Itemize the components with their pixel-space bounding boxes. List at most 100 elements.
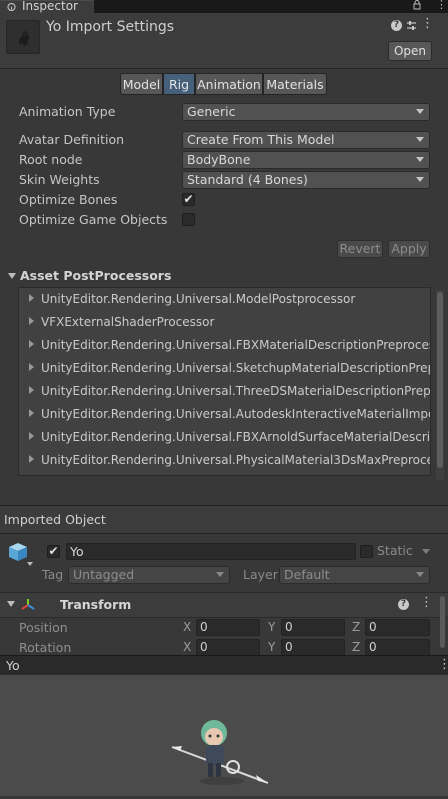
preview-kebab-menu-icon[interactable]: ⋮ (438, 657, 448, 672)
inspector-scrollbar[interactable] (440, 596, 445, 648)
axis-z-label: Z (352, 620, 361, 634)
chevron-down-icon (416, 109, 424, 114)
axis-x-label: X (183, 640, 192, 654)
foldout-expanded-icon (7, 601, 15, 607)
chevron-down-icon (416, 157, 424, 162)
root-node-dropdown[interactable]: BodyBone (182, 151, 430, 169)
axis-z-label: Z (352, 640, 361, 654)
tag-label: Tag (42, 567, 64, 582)
optimize-bones-label: Optimize Bones (19, 192, 118, 207)
foldout-icon (29, 317, 34, 325)
list-item[interactable]: UnityEditor.Rendering.Universal.Autodesk… (29, 407, 430, 427)
help-icon[interactable]: ? (391, 20, 402, 31)
gameobject-name-field[interactable]: Yo (66, 543, 356, 560)
foldout-icon (29, 432, 34, 440)
list-item[interactable]: UnityEditor.Rendering.Universal.ModelPos… (29, 292, 355, 312)
list-item[interactable]: VFXExternalShaderProcessor (29, 315, 214, 335)
skin-weights-value: Standard (4 Bones) (187, 172, 308, 187)
animation-type-dropdown[interactable]: Generic (182, 103, 430, 121)
preview-title: Yo (6, 658, 20, 673)
root-node-value: BodyBone (187, 152, 251, 167)
layer-value: Default (284, 567, 330, 582)
header-kebab-menu-icon[interactable]: ⋮ (421, 16, 434, 31)
kebab-menu-icon[interactable]: ⋮ (436, 0, 447, 11)
tab-materials[interactable]: Materials (263, 73, 327, 95)
position-x-field[interactable]: 0 (196, 619, 260, 636)
apply-button[interactable]: Apply (388, 240, 430, 258)
avatar-definition-value: Create From This Model (187, 132, 335, 147)
foldout-icon (29, 386, 34, 394)
position-z-field[interactable]: 0 (365, 619, 430, 636)
scrollbar[interactable] (436, 290, 444, 480)
tab-animation[interactable]: Animation (195, 73, 263, 95)
avatar-definition-label: Avatar Definition (19, 132, 125, 147)
lock-icon[interactable] (412, 0, 422, 10)
foldout-icon (29, 340, 34, 348)
transform-title: Transform (60, 597, 132, 612)
imported-object-title: Imported Object (4, 512, 106, 527)
list-item[interactable]: UnityEditor.Rendering.Universal.Physical… (29, 453, 430, 473)
foldout-icon (29, 409, 34, 417)
info-icon (7, 3, 16, 11)
root-node-label: Root node (19, 152, 83, 167)
rotation-y-field[interactable]: 0 (281, 639, 345, 656)
inspector-tab[interactable]: Inspector (0, 0, 94, 14)
preview-header[interactable]: Yo ⋮ (0, 655, 448, 676)
static-dropdown-icon[interactable] (422, 549, 430, 554)
animation-type-value: Generic (187, 104, 236, 119)
rotation-z-field[interactable]: 0 (365, 639, 430, 656)
list-item[interactable]: UnityEditor.Rendering.Universal.FBXArnol… (29, 430, 430, 450)
postprocessors-foldout[interactable]: Asset PostProcessors (8, 268, 171, 283)
foldout-icon (29, 363, 34, 371)
gameobject-cube-icon[interactable] (7, 541, 29, 563)
position-label: Position (19, 620, 68, 635)
postprocessors-title: Asset PostProcessors (20, 268, 172, 283)
layer-label: Layer (243, 567, 278, 582)
foldout-icon (29, 294, 34, 302)
transform-icon (21, 599, 35, 610)
model-asset-icon (6, 20, 40, 54)
icon-dropdown-arrow-icon[interactable] (27, 562, 33, 566)
list-item[interactable]: UnityEditor.Rendering.Universal.Sketchup… (29, 361, 430, 381)
chevron-down-icon (216, 572, 224, 577)
chevron-down-icon (416, 572, 424, 577)
transform-component-header[interactable]: Transform ? ⋮ (0, 592, 448, 618)
chevron-down-icon (416, 177, 424, 182)
character-model-preview (171, 720, 269, 785)
position-y-field[interactable]: 0 (281, 619, 345, 636)
inspector-tab-label: Inspector (22, 0, 78, 13)
optimize-game-objects-label: Optimize Game Objects (19, 212, 168, 227)
axis-y-label: Y (268, 640, 276, 654)
rotation-x-field[interactable]: 0 (196, 639, 260, 656)
imported-object-header: Imported Object (0, 505, 448, 534)
rotation-label: Rotation (19, 640, 72, 655)
tag-dropdown[interactable]: Untagged (68, 566, 230, 584)
list-item[interactable]: UnityEditor.Rendering.Universal.FBXMater… (29, 338, 430, 358)
list-item[interactable]: UnityEditor.Rendering.Universal.ThreeDSM… (29, 384, 430, 404)
tab-rig[interactable]: Rig (163, 73, 195, 95)
open-button[interactable]: Open (388, 41, 432, 61)
transform-kebab-menu-icon[interactable]: ⋮ (420, 595, 433, 610)
foldout-expanded-icon (8, 273, 16, 279)
inspector-header: Yo Import Settings ? ⋮ Open (0, 13, 448, 69)
axis-x-label: X (183, 620, 192, 634)
layer-dropdown[interactable]: Default (279, 566, 430, 584)
postprocessors-list: UnityEditor.Rendering.Universal.ModelPos… (18, 287, 431, 476)
static-checkbox[interactable] (360, 545, 373, 558)
optimize-game-objects-checkbox[interactable] (182, 213, 195, 226)
skin-weights-label: Skin Weights (19, 172, 100, 187)
asset-title: Yo Import Settings (46, 19, 175, 35)
presets-icon[interactable] (406, 20, 417, 31)
static-label: Static (377, 543, 413, 558)
help-icon[interactable]: ? (398, 599, 409, 610)
revert-button[interactable]: Revert (337, 240, 383, 258)
animation-type-label: Animation Type (19, 104, 116, 119)
avatar-definition-dropdown[interactable]: Create From This Model (182, 131, 430, 149)
chevron-down-icon (416, 137, 424, 142)
optimize-bones-checkbox[interactable]: ✔ (182, 193, 195, 206)
skin-weights-dropdown[interactable]: Standard (4 Bones) (182, 171, 430, 189)
scrollbar-thumb[interactable] (437, 292, 443, 468)
model-preview-viewport[interactable] (0, 675, 448, 796)
tab-model[interactable]: Model (120, 73, 163, 95)
active-checkbox[interactable]: ✔ (47, 545, 60, 558)
